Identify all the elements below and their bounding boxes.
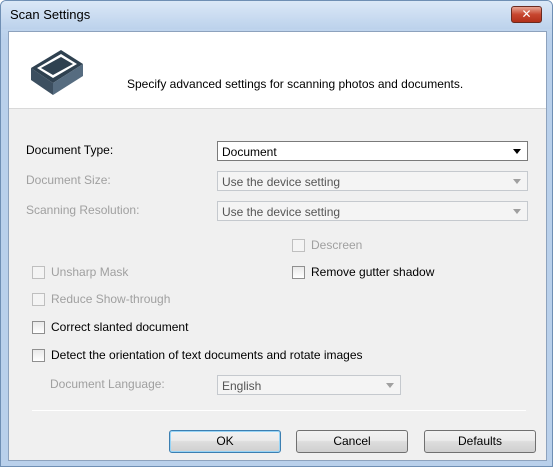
reduce-show-through-label: Reduce Show-through [51, 292, 171, 306]
title-bar[interactable]: Scan Settings ✕ [1, 1, 552, 29]
document-type-select[interactable]: Document [217, 141, 528, 161]
detect-orientation-label: Detect the orientation of text documents… [51, 348, 363, 362]
separator [32, 410, 526, 411]
header-description: Specify advanced settings for scanning p… [127, 77, 464, 91]
scanning-resolution-select[interactable]: Use the device setting [217, 201, 528, 221]
ok-button[interactable]: OK [169, 430, 281, 453]
defaults-button[interactable]: Defaults [424, 430, 536, 453]
document-type-label: Document Type: [26, 143, 114, 157]
correct-slanted-label: Correct slanted document [51, 320, 189, 334]
document-language-label: Document Language: [50, 377, 165, 391]
dialog-header: Specify advanced settings for scanning p… [9, 32, 546, 109]
unsharp-mask-label: Unsharp Mask [51, 265, 129, 279]
checkbox-box [32, 349, 45, 362]
document-size-value: Use the device setting [222, 175, 341, 189]
close-icon: ✕ [521, 7, 532, 21]
document-language-value: English [222, 379, 262, 393]
remove-gutter-shadow-label: Remove gutter shadow [311, 265, 435, 279]
chevron-down-icon [513, 179, 521, 184]
checkbox-box [292, 239, 305, 252]
document-type-value: Document [222, 145, 277, 159]
checkbox-box [292, 266, 305, 279]
checkbox-box [32, 266, 45, 279]
scanning-resolution-label: Scanning Resolution: [26, 203, 140, 217]
chevron-down-icon [386, 383, 394, 388]
chevron-down-icon [513, 209, 521, 214]
scan-settings-dialog: Scan Settings ✕ Specify advanced setting… [0, 0, 553, 467]
cancel-button[interactable]: Cancel [296, 430, 408, 453]
descreen-label: Descreen [311, 238, 363, 252]
chevron-down-icon [513, 149, 521, 154]
scanner-icon [31, 50, 83, 95]
dialog-body: Specify advanced settings for scanning p… [8, 31, 547, 461]
close-button[interactable]: ✕ [511, 6, 542, 23]
document-language-select[interactable]: English [217, 375, 401, 395]
document-size-select[interactable]: Use the device setting [217, 171, 528, 191]
document-size-label: Document Size: [26, 173, 111, 187]
checkbox-box [32, 321, 45, 334]
window-title: Scan Settings [10, 7, 91, 22]
checkbox-box [32, 293, 45, 306]
scanning-resolution-value: Use the device setting [222, 205, 341, 219]
